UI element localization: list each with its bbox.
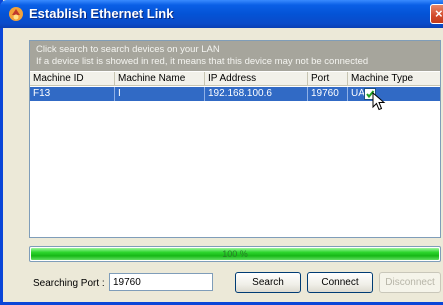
info-line-2: If a device list is showed in red, it me… [36, 56, 369, 67]
disconnect-button: Disconnect [379, 272, 441, 293]
close-button[interactable]: × [430, 4, 443, 24]
app-logo-icon [9, 7, 23, 21]
info-message: Click search to search devices on your L… [30, 41, 440, 71]
mouse-pointer-icon [372, 92, 386, 111]
cell-machine-name: I [115, 87, 205, 101]
window-title: Establish Ethernet Link [29, 6, 174, 21]
device-list[interactable]: Click search to search devices on your L… [29, 40, 441, 238]
cell-ip-address: 192.168.100.6 [205, 87, 308, 101]
cell-machine-id: F13 [30, 87, 115, 101]
title-bar[interactable]: Establish Ethernet Link × [0, 0, 443, 28]
searching-port-input[interactable] [109, 273, 213, 291]
column-header-machine-type[interactable]: Machine Type [348, 72, 440, 86]
close-icon: × [435, 6, 443, 21]
cell-port: 19760 [308, 87, 348, 101]
cell-machine-type: UAP [351, 88, 372, 99]
column-header-port[interactable]: Port [308, 72, 348, 86]
table-row[interactable]: F13 I 192.168.100.6 19760 UAP [30, 87, 440, 111]
progress-label: 100 % [222, 249, 248, 259]
establish-ethernet-link-window: Establish Ethernet Link × Click search t… [0, 0, 443, 305]
search-button[interactable]: Search [235, 272, 301, 293]
column-header-machine-id[interactable]: Machine ID [30, 72, 115, 86]
column-header-machine-name[interactable]: Machine Name [115, 72, 205, 86]
info-line-1: Click search to search devices on your L… [36, 44, 220, 55]
connect-button[interactable]: Connect [307, 272, 373, 293]
table-header: Machine ID Machine Name IP Address Port … [30, 72, 440, 86]
column-header-ip-address[interactable]: IP Address [205, 72, 308, 86]
search-progress-bar: 100 % [29, 246, 441, 262]
searching-port-label: Searching Port : [33, 278, 105, 289]
